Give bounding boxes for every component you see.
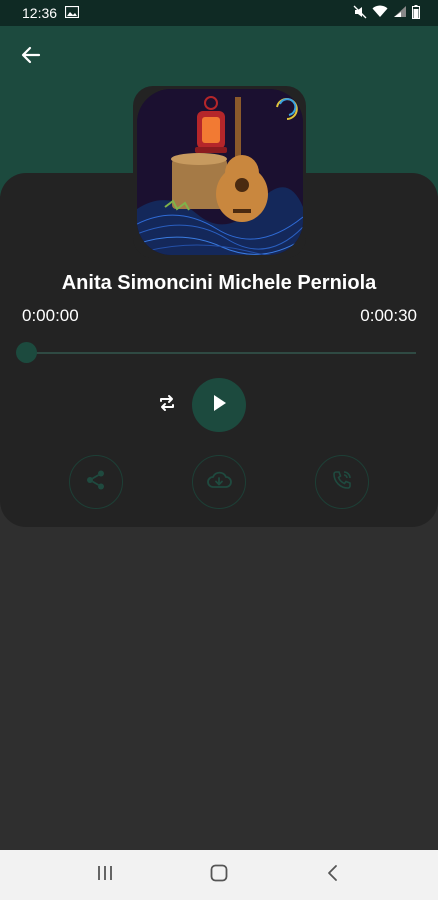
image-icon	[64, 5, 80, 21]
play-button[interactable]	[192, 378, 246, 432]
arrow-left-icon	[20, 44, 42, 71]
signal-icon	[393, 5, 407, 21]
repeat-icon	[157, 393, 177, 418]
back-button[interactable]	[18, 44, 44, 70]
track-title: Anita Simoncini Michele Perniola	[61, 272, 377, 294]
album-art-lantern-guitar	[136, 89, 303, 255]
nav-recents-button[interactable]	[92, 862, 118, 888]
mute-icon	[353, 5, 367, 22]
wifi-icon	[372, 5, 388, 21]
album-art	[136, 89, 303, 255]
home-icon	[210, 864, 228, 887]
seek-thumb[interactable]	[16, 342, 37, 363]
status-right	[353, 4, 420, 22]
album-art-frame	[133, 86, 306, 258]
status-time: 12:36	[22, 5, 58, 21]
share-icon	[85, 469, 107, 496]
current-time: 0:00:00	[22, 306, 79, 325]
battery-icon	[412, 4, 420, 22]
download-button[interactable]	[192, 455, 246, 509]
back-icon	[326, 864, 340, 887]
status-bar: 12:36	[0, 0, 438, 26]
nav-home-button[interactable]	[206, 862, 232, 888]
system-nav-bar	[0, 850, 438, 900]
recents-icon	[96, 865, 114, 886]
phone-ringtone-icon	[331, 469, 353, 496]
ringtone-button[interactable]	[315, 455, 369, 509]
status-left: 12:36	[22, 5, 80, 21]
nav-back-button[interactable]	[320, 862, 346, 888]
total-time: 0:00:30	[360, 306, 417, 325]
cloud-download-icon	[206, 469, 232, 496]
share-button[interactable]	[69, 455, 123, 509]
seek-track[interactable]	[26, 352, 416, 354]
repeat-button[interactable]	[155, 393, 179, 417]
play-icon	[209, 393, 229, 418]
